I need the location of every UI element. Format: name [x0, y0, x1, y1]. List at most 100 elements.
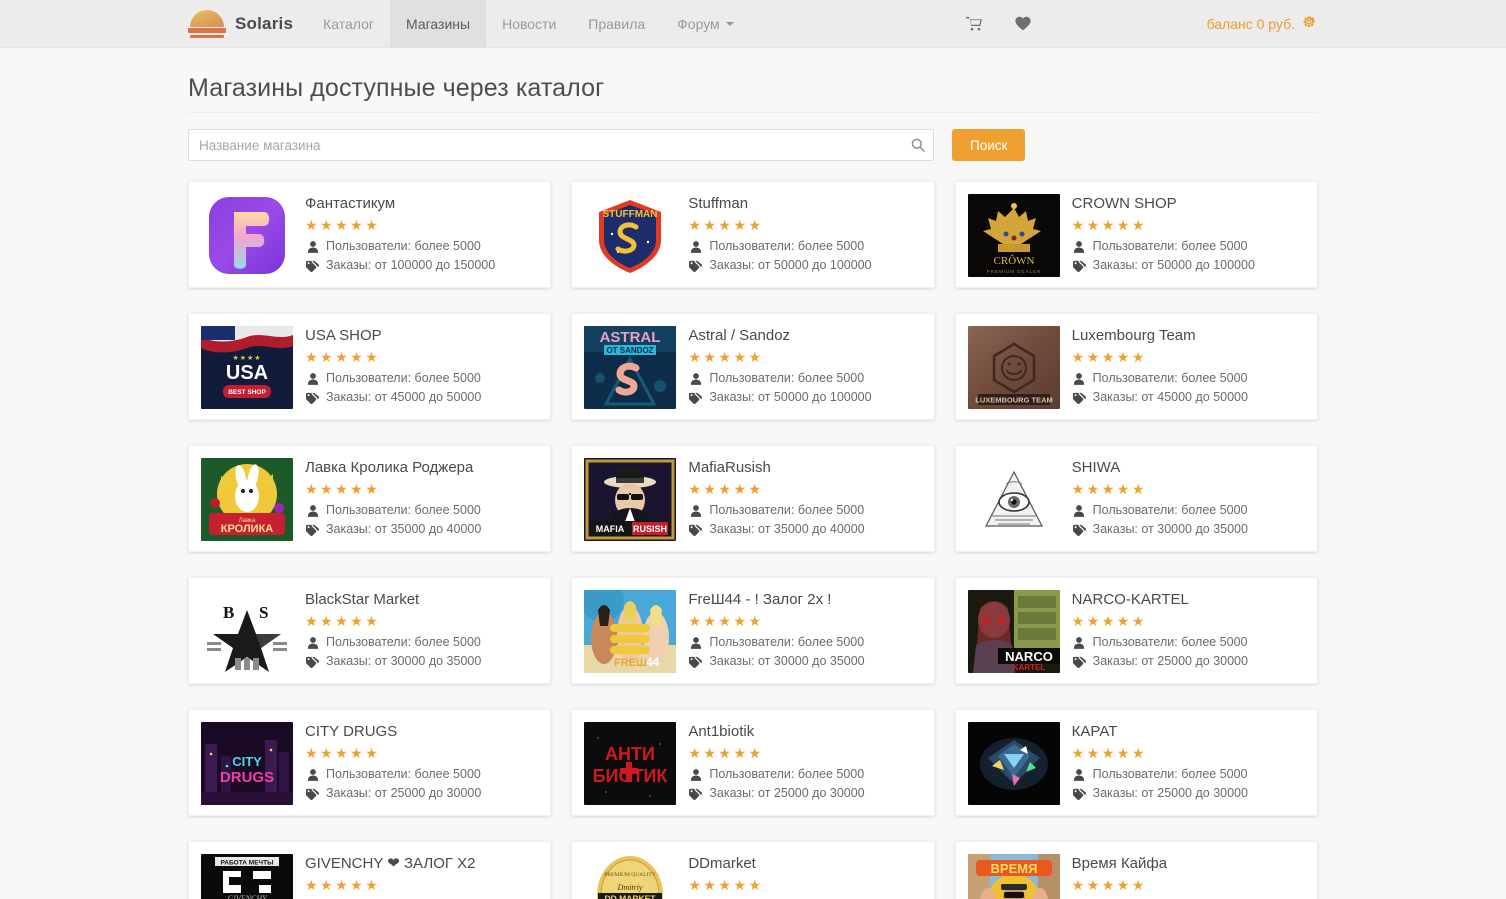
user-icon — [1072, 504, 1087, 517]
store-name[interactable]: Лавка Кролика Роджера — [305, 459, 538, 476]
store-name[interactable]: Astral / Sandoz — [688, 327, 921, 344]
nav-item-catalog[interactable]: Каталог — [307, 0, 390, 47]
store-logo-image: NARCO KARTEL — [967, 590, 1060, 673]
store-card[interactable]: B S BlackStar Market ★★★★★ Пользователи: бол… — [188, 577, 552, 684]
user-icon — [688, 636, 703, 649]
store-info: Время Кайфа★★★★★Пользователи: более 5000… — [1072, 854, 1305, 899]
tag-icon — [305, 524, 320, 536]
store-users-label: Пользователи: более 5000 — [709, 635, 865, 649]
svg-text:MAFIA: MAFIA — [596, 524, 625, 534]
store-logo-image — [967, 722, 1060, 805]
store-name[interactable]: NARCO-KARTEL — [1072, 591, 1305, 608]
store-name[interactable]: SHIWA — [1072, 459, 1305, 476]
store-name[interactable]: Время Кайфа — [1072, 855, 1305, 872]
store-name[interactable]: Stuffman — [688, 195, 921, 212]
store-rating-stars: ★★★★★ — [688, 613, 764, 629]
store-card[interactable]: CITY DRUGS CITY DRUGS ★★★★★ Пользователи: бо… — [188, 709, 552, 816]
svg-text:B: B — [223, 603, 234, 622]
store-orders-row: Заказы: от 100000 до 150000 — [305, 258, 538, 273]
nav-item-shops[interactable]: Магазины — [390, 0, 487, 47]
search-input[interactable] — [188, 129, 934, 161]
store-card[interactable]: FREШ 44 FreШ44 - ! Залог 2х ! ★★★★★ Пользова… — [571, 577, 935, 684]
store-orders-row: Заказы: от 25000 до 30000 — [1072, 654, 1305, 669]
brand-logo-link[interactable]: Solaris — [188, 0, 307, 47]
store-name[interactable]: DDmarket — [688, 855, 921, 872]
store-name[interactable]: MafiaRusish — [688, 459, 921, 476]
store-orders-label: Заказы: от 25000 до 30000 — [709, 786, 865, 800]
store-orders-row: Заказы: от 35000 до 40000 — [305, 522, 538, 537]
store-users-label: Пользователи: более 5000 — [326, 767, 481, 781]
store-orders-row: Заказы: от 30000 до 35000 — [305, 654, 538, 669]
store-users-row: Пользователи: более 5000 — [305, 635, 538, 650]
store-orders-label: Заказы: от 30000 до 35000 — [1092, 522, 1248, 536]
store-card[interactable]: CRÔWN PREMIUM DEALER CROWN SHOP ★★★★★ Пользо… — [954, 181, 1318, 288]
svg-text:КРОЛИКА: КРОЛИКА — [221, 523, 274, 535]
heart-icon[interactable] — [999, 16, 1047, 31]
store-info: FreШ44 - ! Залог 2х ! ★★★★★ Пользователи: … — [688, 590, 921, 671]
chevron-down-icon — [725, 21, 734, 26]
store-info: USA SHOP ★★★★★ Пользователи: более 5000 Зак… — [305, 326, 538, 407]
store-rating-stars: ★★★★★ — [305, 349, 381, 365]
store-name[interactable]: CROWN SHOP — [1072, 195, 1305, 212]
nav-item-rules[interactable]: Правила — [572, 0, 661, 47]
store-card[interactable]: LUXEMBOURG TEAM Luxembourg Team ★★★★★ Польз… — [954, 313, 1318, 420]
store-logo-image: BS — [201, 590, 293, 673]
nav-item-forum-label: Форум — [677, 15, 720, 32]
store-users-label: Пользователи: более 5000 — [326, 371, 481, 385]
store-card[interactable]: PREMIUM QUALITYDmitriyDD MARKETDmitriyDR… — [571, 841, 935, 899]
store-card[interactable]: NARCO KARTEL NARCO-KARTEL ★★★★★ Пользователи… — [954, 577, 1318, 684]
tag-icon — [305, 788, 320, 800]
svg-text:KARTEL: KARTEL — [1012, 663, 1045, 672]
tag-icon — [688, 392, 703, 404]
store-card[interactable]: ВРЕМЯКАЙФАВремя Кайфа★★★★★Пользователи: … — [954, 841, 1318, 899]
tag-icon — [1072, 524, 1087, 536]
store-card[interactable]: РАБОТА МЕЧТЫGIVENCHYФРАНШИЗА 90/10GIVENC… — [188, 841, 552, 899]
user-icon — [305, 240, 320, 253]
gear-icon[interactable] — [1302, 15, 1316, 32]
store-rating-stars: ★★★★★ — [688, 349, 764, 365]
store-card[interactable]: STUFFMAN Stuffman ★★★★★ Пользователи: более… — [571, 181, 935, 288]
store-name[interactable]: Фантастикум — [305, 195, 538, 212]
store-logo-image: CRÔWN PREMIUM DEALER — [967, 194, 1060, 277]
user-icon — [1072, 240, 1087, 253]
store-orders-row: Заказы: от 30000 до 35000 — [1072, 522, 1305, 537]
store-name[interactable]: FreШ44 - ! Залог 2х ! — [688, 591, 921, 608]
nav-item-news-label: Новости — [502, 15, 557, 32]
store-card[interactable]: ★★★★ USA BEST SHOP USA SHOP ★★★★★ Пользовател… — [188, 313, 552, 420]
svg-text:BEST SHOP: BEST SHOP — [228, 389, 266, 396]
store-card[interactable]: АНТИБИОТИК Ant1biotik ★★★★★ Пользователи: б… — [571, 709, 935, 816]
svg-text:PREMIUM DEALER: PREMIUM DEALER — [986, 269, 1041, 274]
svg-text:RUSISH: RUSISH — [633, 524, 667, 534]
store-logo-image: LUXEMBOURG TEAM — [967, 326, 1060, 409]
store-card[interactable]: MAFIA RUSISH MafiaRusish ★★★★★ Пользователи:… — [571, 445, 935, 552]
page-container: Магазины доступные через каталог Поиск Ф… — [188, 48, 1318, 899]
store-card[interactable]: Фантастикум ★★★★★ Пользователи: более 5000… — [188, 181, 552, 288]
store-orders-row: Заказы: от 45000 до 50000 — [1072, 390, 1305, 405]
tag-icon — [1072, 656, 1087, 668]
store-card[interactable]: КАРАТ ★★★★★ Пользователи: более 5000 Заказы… — [954, 709, 1318, 816]
store-logo-image: АНТИБИОТИК — [584, 722, 677, 805]
store-card[interactable]: SHIWA ★★★★★ Пользователи: более 5000 Заказы… — [954, 445, 1318, 552]
tag-icon — [688, 260, 703, 272]
store-grid: Фантастикум ★★★★★ Пользователи: более 5000… — [178, 181, 1328, 899]
store-users-label: Пользователи: более 5000 — [709, 767, 865, 781]
store-name[interactable]: КАРАТ — [1072, 723, 1305, 740]
store-name[interactable]: Luxembourg Team — [1072, 327, 1305, 344]
cart-icon[interactable] — [950, 16, 999, 31]
balance-group[interactable]: баланс 0 руб. — [1047, 15, 1318, 32]
nav-item-forum[interactable]: Форум — [661, 0, 750, 47]
store-name[interactable]: USA SHOP — [305, 327, 538, 344]
store-card[interactable]: ASTRAL ОТ SANDOZ Astral / Sandoz ★★★★★ Польз… — [571, 313, 935, 420]
store-info: CITY DRUGS ★★★★★ Пользователи: более 5000 З… — [305, 722, 538, 803]
store-name[interactable]: GIVENCHY ❤ ЗАЛОГ X2 — [305, 855, 538, 872]
search-button[interactable]: Поиск — [952, 129, 1026, 161]
nav-item-news[interactable]: Новости — [486, 0, 572, 47]
user-icon — [688, 768, 703, 781]
store-logo-image: Лавка КРОЛИКА — [201, 458, 293, 541]
store-name[interactable]: BlackStar Market — [305, 591, 538, 608]
store-name[interactable]: Ant1biotik — [688, 723, 921, 740]
store-card[interactable]: Лавка КРОЛИКА Лавка Кролика Роджера ★★★★★ По… — [188, 445, 552, 552]
user-icon — [688, 240, 703, 253]
store-users-label: Пользователи: более 5000 — [1092, 503, 1248, 517]
store-name[interactable]: CITY DRUGS — [305, 723, 538, 740]
